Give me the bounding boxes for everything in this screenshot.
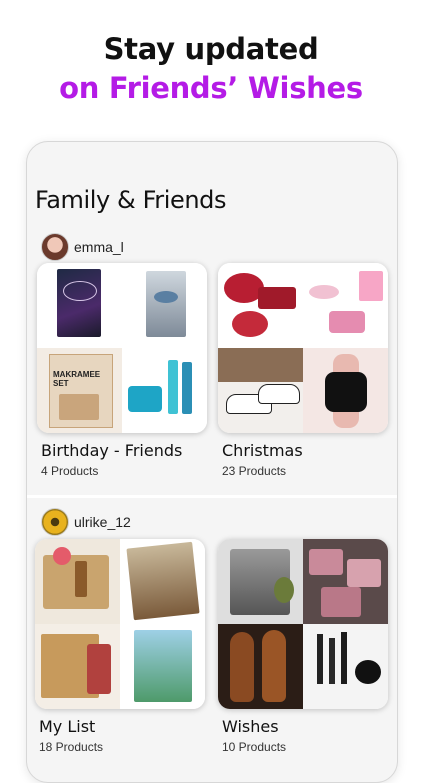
headline-line-2: on Friends’ Wishes	[59, 71, 363, 105]
wishlist-title: My List	[39, 717, 96, 736]
product-image: MAKRAMEE SET	[37, 348, 122, 433]
makramee-label: MAKRAMEE SET	[53, 370, 101, 388]
product-image	[218, 348, 303, 433]
product-image	[122, 263, 207, 348]
wishlist-thumbnail	[218, 263, 388, 433]
wishlist-title: Wishes	[222, 717, 279, 736]
product-image	[303, 624, 388, 709]
wishlist-card-my-list[interactable]: My List 18 Products	[35, 539, 205, 754]
phone-screen: Family & Friends emma_l MAKRAMEE SET Bir…	[26, 141, 398, 783]
user-row-ulrike[interactable]: ulrike_12	[41, 508, 131, 536]
wishlist-card-wishes[interactable]: Wishes 10 Products	[218, 539, 388, 754]
product-image	[122, 348, 207, 433]
wishlist-card-birthday[interactable]: MAKRAMEE SET Birthday - Friends 4 Produc…	[37, 263, 207, 478]
wishlist-product-count: 18 Products	[39, 740, 104, 754]
wishlist-product-count: 23 Products	[222, 464, 287, 478]
product-image	[218, 539, 303, 624]
product-image	[37, 263, 122, 348]
headline-line-1: Stay updated	[103, 32, 319, 66]
wishlist-card-christmas[interactable]: Christmas 23 Products	[218, 263, 388, 478]
username: emma_l	[74, 239, 124, 255]
product-image	[120, 624, 205, 709]
wishlist-thumbnail	[35, 539, 205, 709]
product-image	[218, 263, 303, 348]
product-image	[35, 624, 120, 709]
wishlist-thumbnail	[218, 539, 388, 709]
avatar	[41, 508, 69, 536]
product-image	[35, 539, 120, 624]
username: ulrike_12	[74, 514, 131, 530]
product-image	[303, 539, 388, 624]
avatar	[41, 233, 69, 261]
product-image	[303, 348, 388, 433]
wishlist-product-count: 10 Products	[222, 740, 287, 754]
wishlist-title: Birthday - Friends	[41, 441, 183, 460]
section-title: Family & Friends	[35, 186, 227, 214]
wishlist-thumbnail: MAKRAMEE SET	[37, 263, 207, 433]
promo-headline: Stay updated on Friends’ Wishes	[0, 30, 422, 108]
product-image	[303, 263, 388, 348]
product-image	[120, 539, 205, 624]
wishlist-product-count: 4 Products	[41, 464, 99, 478]
section-divider	[27, 495, 397, 498]
wishlist-title: Christmas	[222, 441, 303, 460]
product-image	[218, 624, 303, 709]
user-row-emma[interactable]: emma_l	[41, 233, 124, 261]
